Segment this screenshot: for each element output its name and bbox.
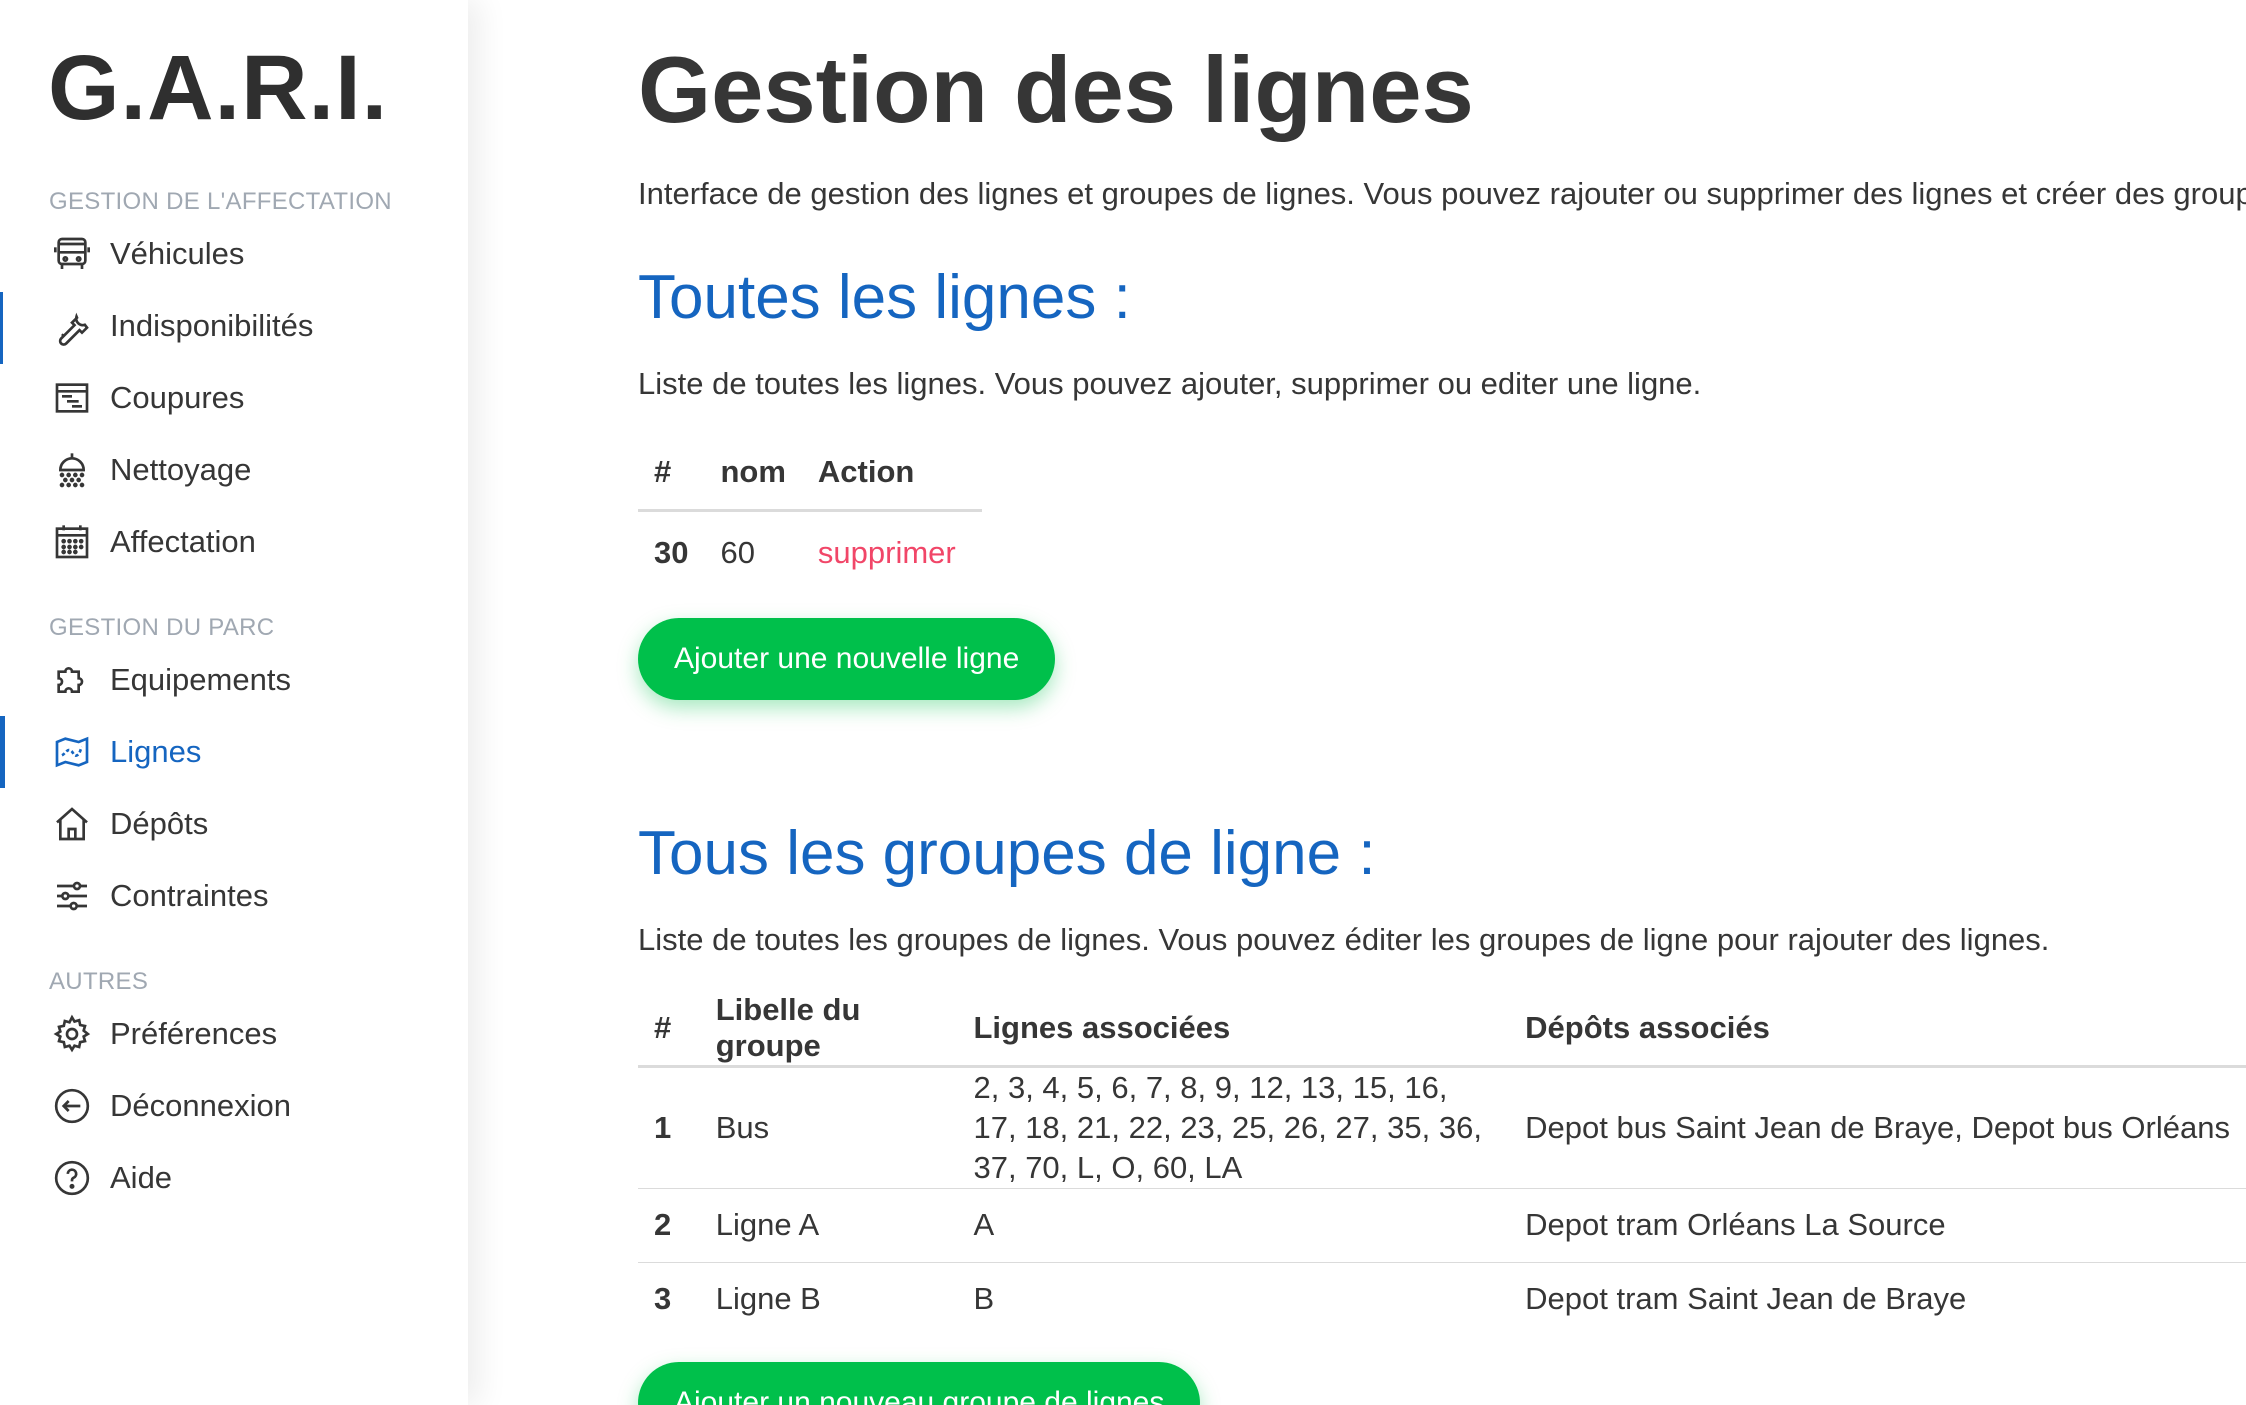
brand-logo: G.A.R.I. bbox=[48, 37, 389, 139]
add-line-button[interactable]: Ajouter une nouvelle ligne bbox=[638, 618, 1056, 700]
groups-table: # Libelle du groupe Lignes associées Dép… bbox=[638, 992, 2246, 1336]
puzzle-icon bbox=[52, 660, 92, 700]
shower-icon bbox=[52, 450, 92, 490]
sidebar-item-label: Véhicules bbox=[110, 236, 245, 271]
menu-section-label-autres: AUTRES bbox=[49, 968, 149, 995]
sidebar: G.A.R.I. GESTION DE L'AFFECTATION Véhicu… bbox=[0, 0, 468, 1405]
sidebar-item-contraintes[interactable]: Contraintes bbox=[0, 860, 468, 932]
sidebar-item-label: Aide bbox=[110, 1160, 173, 1195]
group-id: 3 bbox=[654, 1281, 672, 1317]
column-header-id: # bbox=[638, 992, 700, 1068]
help-icon bbox=[52, 1158, 92, 1198]
group-lines: 2, 3, 4, 5, 6, 7, 8, 9, 12, 13, 15, 16, … bbox=[957, 1066, 1510, 1189]
sidebar-item-depots[interactable]: Dépôts bbox=[0, 788, 468, 860]
group-id: 2 bbox=[638, 1188, 700, 1263]
timeline-icon bbox=[52, 378, 92, 418]
sidebar-item-preferences[interactable]: Préférences bbox=[0, 998, 468, 1070]
gear-icon bbox=[52, 1014, 92, 1054]
group-lines: B bbox=[973, 1281, 995, 1317]
sidebar-item-equipements[interactable]: Equipements bbox=[0, 644, 468, 716]
page-title: Gestion des lignes bbox=[638, 37, 1474, 142]
line-id: 30 bbox=[654, 534, 689, 570]
column-header-lines: Lignes associées bbox=[957, 992, 1510, 1068]
column-header-id: # bbox=[638, 436, 705, 512]
sidebar-item-label: Lignes bbox=[110, 734, 202, 769]
sidebar-item-deconnexion[interactable]: Déconnexion bbox=[0, 1070, 468, 1142]
table-row[interactable]: 2 Ligne A A Depot tram Orléans La Source bbox=[638, 1188, 2246, 1263]
page-intro: Interface de gestion des lignes et group… bbox=[638, 176, 2246, 211]
sidebar-item-nettoyage[interactable]: Nettoyage bbox=[0, 434, 468, 506]
group-depots: Depot bus Saint Jean de Braye, Depot bus… bbox=[1509, 1066, 2246, 1189]
wrench-icon bbox=[52, 306, 92, 346]
bus-icon bbox=[52, 234, 92, 274]
sidebar-item-label: Préférences bbox=[110, 1016, 278, 1051]
groups-section-description: Liste de toutes les groupes de lignes. V… bbox=[638, 922, 2050, 957]
menu-section-label-parc: GESTION DU PARC bbox=[49, 614, 275, 641]
logout-icon bbox=[52, 1086, 92, 1126]
lines-section-title: Toutes les lignes : bbox=[638, 263, 1131, 332]
home-icon bbox=[52, 804, 92, 844]
sidebar-item-label: Déconnexion bbox=[110, 1088, 291, 1123]
active-indicator bbox=[0, 716, 5, 788]
calendar-icon bbox=[52, 522, 92, 562]
group-label: Ligne B bbox=[715, 1281, 821, 1317]
map-icon bbox=[52, 732, 92, 772]
sidebar-item-vehicules[interactable]: Véhicules bbox=[0, 218, 468, 290]
lines-section-description: Liste de toutes les lignes. Vous pouvez … bbox=[638, 366, 1702, 401]
group-lines: A bbox=[957, 1188, 1510, 1263]
table-header-row: # nom Action bbox=[638, 436, 982, 512]
menu-section-label-affectation: GESTION DE L'AFFECTATION bbox=[49, 188, 392, 215]
column-header-group-label: Libelle du groupe bbox=[699, 992, 958, 1068]
sidebar-item-aide[interactable]: Aide bbox=[0, 1142, 468, 1214]
group-label: Bus bbox=[699, 1066, 958, 1189]
column-header-name: nom bbox=[704, 436, 802, 512]
delete-line-link[interactable]: supprimer bbox=[818, 535, 956, 570]
sidebar-item-lignes[interactable]: Lignes bbox=[0, 716, 468, 788]
sidebar-item-label: Equipements bbox=[110, 662, 291, 697]
group-depots: Depot tram Saint Jean de Braye bbox=[1525, 1281, 1967, 1317]
column-header-depots: Dépôts associés bbox=[1509, 992, 2246, 1068]
sidebar-item-coupures[interactable]: Coupures bbox=[0, 362, 468, 434]
group-depots: Depot tram Orléans La Source bbox=[1509, 1188, 2246, 1263]
add-group-button[interactable]: Ajouter un nouveau groupe de lignes bbox=[638, 1362, 1201, 1405]
main-content: Gestion des lignes Interface de gestion … bbox=[468, 0, 2246, 1405]
groups-section-title: Tous les groupes de ligne : bbox=[638, 819, 1376, 888]
sidebar-item-label: Contraintes bbox=[110, 878, 269, 913]
table-row[interactable]: 1 Bus 2, 3, 4, 5, 6, 7, 8, 9, 12, 13, 15… bbox=[638, 1066, 2246, 1189]
sidebar-item-label: Coupures bbox=[110, 380, 245, 415]
sidebar-item-affectation[interactable]: Affectation bbox=[0, 506, 468, 578]
column-header-action: Action bbox=[801, 436, 982, 512]
sidebar-item-indisponibilites[interactable]: Indisponibilités bbox=[0, 290, 468, 362]
group-label: Ligne A bbox=[699, 1188, 958, 1263]
sliders-icon bbox=[52, 876, 92, 916]
sidebar-item-label: Indisponibilités bbox=[110, 308, 314, 343]
sidebar-item-label: Affectation bbox=[110, 524, 256, 559]
table-header-row: # Libelle du groupe Lignes associées Dép… bbox=[638, 992, 2246, 1068]
group-id: 1 bbox=[638, 1066, 700, 1189]
sidebar-item-label: Dépôts bbox=[110, 806, 209, 841]
table-row: 30 60 supprimer bbox=[638, 510, 982, 594]
sidebar-item-label: Nettoyage bbox=[110, 452, 252, 487]
line-name: 60 bbox=[720, 534, 755, 570]
table-row[interactable]: 3 Ligne B B Depot tram Saint Jean de Bra… bbox=[638, 1262, 2246, 1336]
lines-table: # nom Action 30 60 supprimer bbox=[638, 436, 982, 594]
